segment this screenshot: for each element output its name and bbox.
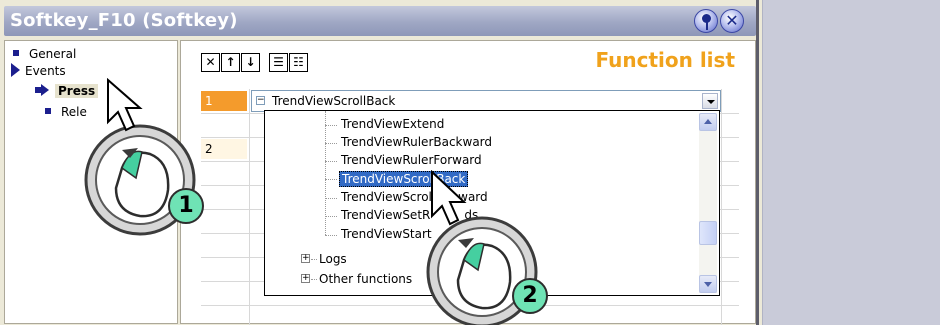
dropdown-item[interactable]: TrendViewExtend bbox=[341, 117, 444, 131]
window-edge bbox=[756, 0, 759, 325]
dropdown-scrollbar[interactable] bbox=[699, 113, 717, 293]
expand-icon[interactable]: + bbox=[301, 254, 310, 263]
tree-item-events[interactable]: Events bbox=[11, 63, 66, 78]
dropdown-item[interactable]: TrendViewRulerForward bbox=[341, 153, 482, 167]
window-title: Softkey_F10 (Softkey) bbox=[10, 10, 238, 31]
tree-item-label: General bbox=[29, 47, 77, 61]
tree-item-general[interactable]: General bbox=[13, 47, 76, 61]
close-icon[interactable]: ✕ bbox=[720, 9, 744, 33]
function-list-title: Function list bbox=[595, 48, 735, 72]
step-badge-2: 2 bbox=[512, 278, 548, 314]
arrow-right-icon bbox=[35, 84, 49, 96]
move-up-icon[interactable]: ↑ bbox=[221, 53, 240, 72]
step-badge-1: 1 bbox=[168, 188, 204, 224]
list-detail-icon[interactable]: ☷ bbox=[289, 53, 308, 72]
dropdown-item[interactable]: TrendViewRulerBackward bbox=[341, 135, 492, 149]
move-down-icon[interactable]: ↓ bbox=[241, 53, 260, 72]
scroll-up-icon[interactable] bbox=[699, 113, 717, 131]
pin-icon[interactable] bbox=[694, 9, 718, 33]
title-bar: Softkey_F10 (Softkey) ✕ bbox=[4, 6, 756, 36]
scroll-thumb[interactable] bbox=[699, 221, 717, 245]
tree-item-label: Events bbox=[25, 64, 66, 78]
collapse-icon[interactable]: − bbox=[256, 96, 265, 105]
list-icon[interactable]: ☰ bbox=[269, 53, 288, 72]
function-select[interactable]: − TrendViewScrollBack bbox=[251, 90, 721, 112]
bullet-icon bbox=[13, 50, 19, 56]
function-select-value: TrendViewScrollBack bbox=[272, 94, 396, 108]
dropdown-group-other-functions[interactable]: Other functions bbox=[319, 272, 412, 286]
chevron-down-icon[interactable] bbox=[702, 93, 718, 109]
expanded-arrow-icon bbox=[11, 63, 20, 77]
dropdown-group-logs[interactable]: Logs bbox=[319, 252, 347, 266]
scroll-down-icon[interactable] bbox=[699, 275, 717, 293]
delete-icon[interactable]: ✕ bbox=[201, 53, 220, 72]
expand-icon[interactable]: + bbox=[301, 274, 310, 283]
side-panel bbox=[762, 0, 940, 325]
